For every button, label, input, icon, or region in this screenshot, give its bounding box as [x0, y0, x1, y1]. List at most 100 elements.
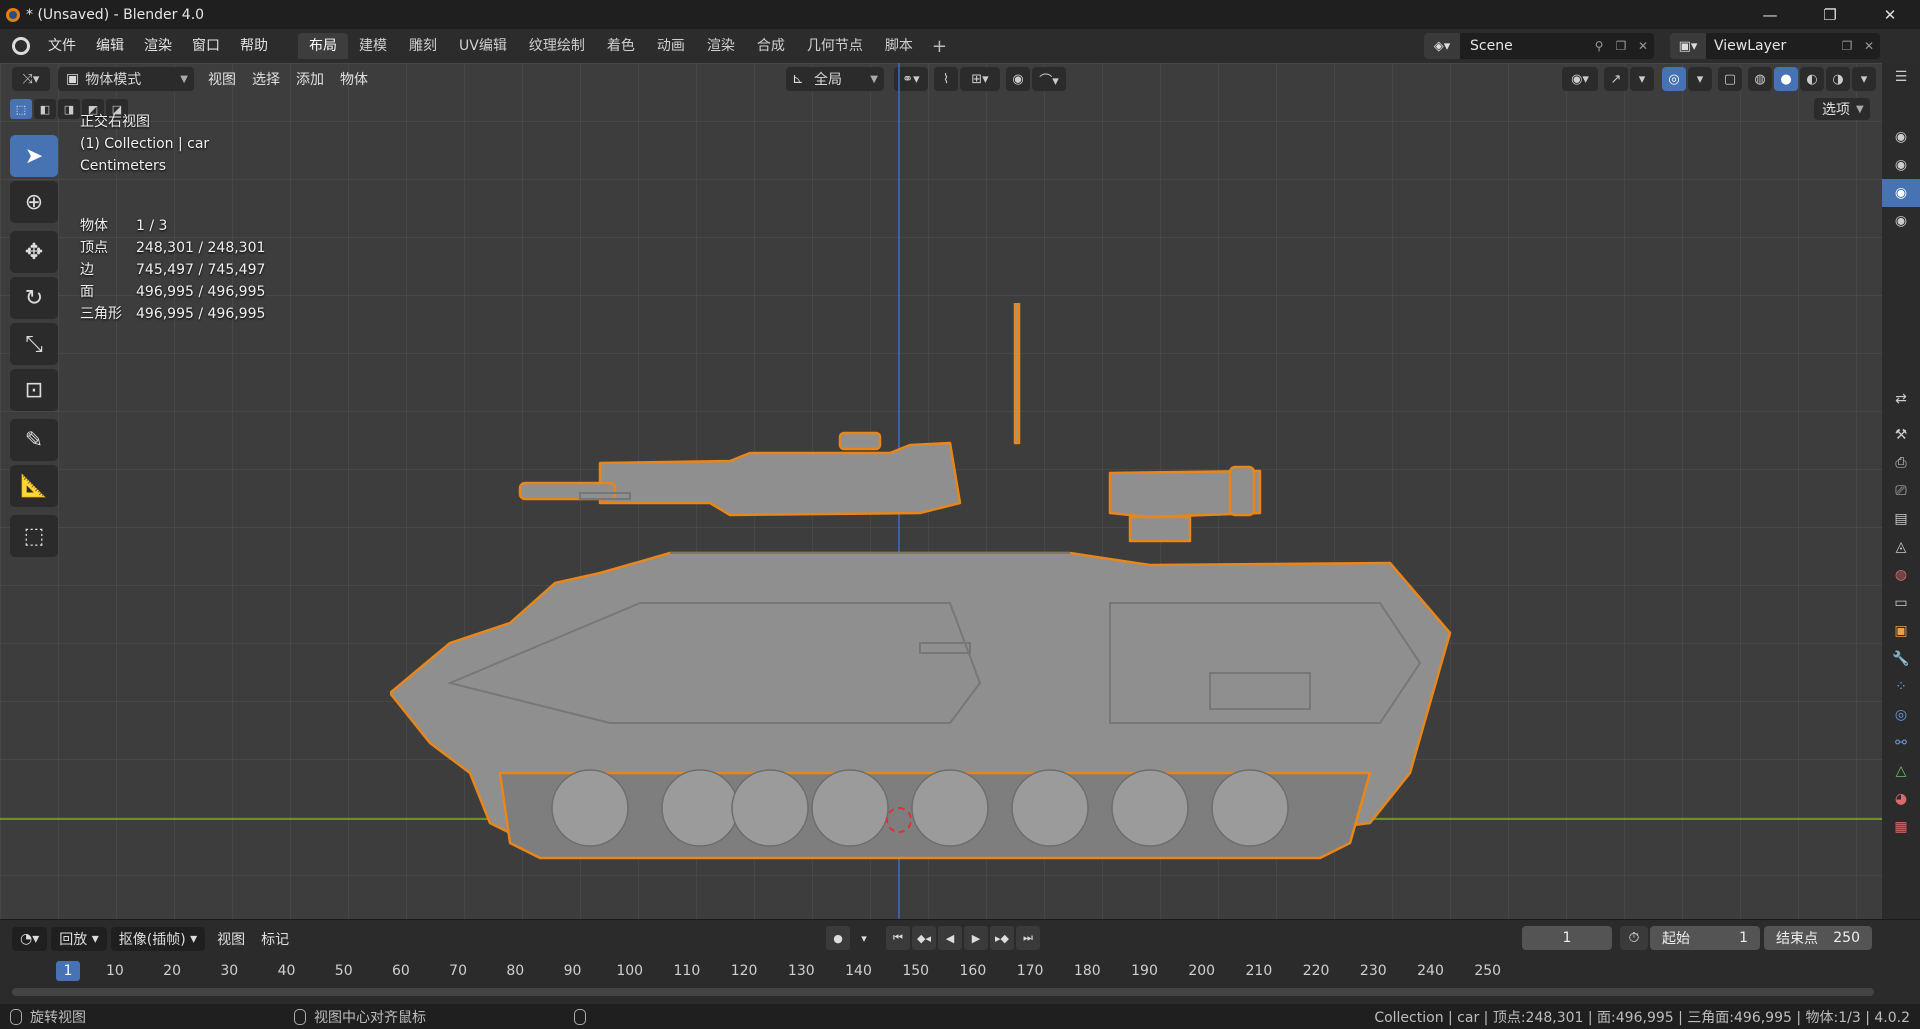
rotate-tool-icon[interactable]: ↻ — [10, 277, 58, 319]
scene-name[interactable]: Scene — [1460, 38, 1588, 54]
camera-icon[interactable]: ◉ — [1882, 151, 1920, 179]
timeline-editor-type-icon[interactable]: ◔▾ — [12, 927, 48, 951]
rendered-shading-icon[interactable]: ◑ — [1826, 67, 1850, 91]
gizmo-icon[interactable]: ↗ — [1604, 67, 1628, 91]
render-properties-icon[interactable]: ⎙ — [1882, 449, 1920, 477]
play-reverse-icon[interactable]: ◀ — [938, 926, 962, 950]
jump-start-icon[interactable]: ⏮ — [886, 926, 910, 950]
snap-toggle-icon[interactable]: ⌇ — [934, 67, 958, 91]
timeline-scrollbar[interactable] — [12, 988, 1874, 996]
timeline-marker-menu[interactable]: 标记 — [253, 927, 297, 951]
options-dropdown[interactable]: 选项 ▼ — [1814, 98, 1870, 120]
transform-tool-icon[interactable]: ⊡ — [10, 369, 58, 411]
properties-toggle-icon[interactable]: ⇄ — [1882, 385, 1920, 413]
constraints-properties-icon[interactable]: ⚯ — [1882, 729, 1920, 757]
view-layer-name[interactable]: ViewLayer — [1706, 38, 1836, 54]
wireframe-shading-icon[interactable]: ◍ — [1748, 67, 1772, 91]
3d-cursor-icon[interactable] — [886, 807, 912, 833]
stopwatch-icon[interactable]: ⏱ — [1620, 926, 1648, 950]
menu-help[interactable]: 帮助 — [230, 29, 278, 63]
menu-render[interactable]: 渲染 — [134, 29, 182, 63]
camera-icon[interactable]: ◉ — [1882, 207, 1920, 235]
blender-menu-icon[interactable] — [12, 37, 30, 55]
record-options-icon[interactable]: ▾ — [852, 926, 876, 950]
scene-selector[interactable]: ◈▾ Scene ⚲ ❐ ✕ — [1424, 33, 1654, 59]
material-shading-icon[interactable]: ◐ — [1800, 67, 1824, 91]
end-frame-field[interactable]: 结束点 250 — [1764, 926, 1872, 950]
menu-file[interactable]: 文件 — [38, 29, 86, 63]
close-button[interactable]: ✕ — [1860, 0, 1920, 29]
pin-icon[interactable]: ⚲ — [1588, 39, 1610, 53]
record-icon[interactable]: ● — [826, 926, 850, 950]
minimize-button[interactable]: — — [1740, 0, 1800, 29]
current-frame-indicator[interactable]: 1 — [56, 961, 80, 981]
scale-tool-icon[interactable]: ⤡ — [10, 323, 58, 365]
outliner-icon[interactable]: ☰ — [1882, 63, 1920, 91]
tab-geometry-nodes[interactable]: 几何节点 — [796, 33, 874, 59]
maximize-button[interactable]: ❐ — [1800, 0, 1860, 29]
menu-select[interactable]: 选择 — [244, 67, 288, 91]
camera-icon[interactable]: ◉ — [1882, 179, 1920, 207]
delete-view-layer-icon[interactable]: ✕ — [1858, 39, 1880, 53]
object-properties-icon[interactable]: ▣ — [1882, 617, 1920, 645]
tab-texture-paint[interactable]: 纹理绘制 — [518, 33, 596, 59]
physics-properties-icon[interactable]: ◎ — [1882, 701, 1920, 729]
output-properties-icon[interactable]: ⎚ — [1882, 477, 1920, 505]
prev-keyframe-icon[interactable]: ◆◂ — [912, 926, 936, 950]
playback-dropdown[interactable]: 回放 ▾ — [51, 927, 107, 951]
visibility-icon[interactable]: ◉▾ — [1562, 67, 1598, 91]
new-view-layer-icon[interactable]: ❐ — [1836, 39, 1858, 53]
current-frame-field[interactable]: 1 — [1522, 926, 1612, 950]
timeline-view-menu[interactable]: 视图 — [209, 927, 253, 951]
tank-model[interactable] — [390, 303, 1470, 863]
add-workspace-icon[interactable]: + — [924, 36, 955, 57]
tab-animation[interactable]: 动画 — [646, 33, 696, 59]
frame-ruler[interactable]: 1 10 20 30 40 50 60 70 80 90 100 110 120 130 140 150 16… — [0, 960, 1882, 984]
menu-add[interactable]: 添加 — [288, 67, 332, 91]
tab-modeling[interactable]: 建模 — [348, 33, 398, 59]
mode-dropdown[interactable]: ▣ 物体模式 ▼ — [58, 67, 194, 91]
xray-icon[interactable]: ▢ — [1718, 67, 1742, 91]
select-box-tool-icon[interactable]: ➤ — [10, 135, 58, 177]
data-properties-icon[interactable]: △ — [1882, 757, 1920, 785]
overlays-icon[interactable]: ◎ — [1662, 67, 1686, 91]
delete-scene-icon[interactable]: ✕ — [1632, 39, 1654, 53]
select-subtract-icon[interactable]: ◨ — [58, 99, 80, 119]
world-properties-icon[interactable]: ◍ — [1882, 561, 1920, 589]
menu-view[interactable]: 视图 — [200, 67, 244, 91]
next-keyframe-icon[interactable]: ▸◆ — [990, 926, 1014, 950]
move-tool-icon[interactable]: ✥ — [10, 231, 58, 273]
proportional-edit-icon[interactable]: ◉ — [1006, 67, 1030, 91]
tab-uv-editing[interactable]: UV编辑 — [448, 33, 518, 59]
select-new-icon[interactable]: ⬚ — [10, 99, 32, 119]
overlays-dropdown-icon[interactable]: ▾ — [1688, 67, 1712, 91]
jump-end-icon[interactable]: ⏭ — [1016, 926, 1040, 950]
camera-icon[interactable]: ◉ — [1882, 123, 1920, 151]
falloff-icon[interactable]: ⌒▾ — [1032, 67, 1066, 91]
particles-properties-icon[interactable]: ⁘ — [1882, 673, 1920, 701]
tab-scripting[interactable]: 脚本 — [874, 33, 924, 59]
shading-dropdown-icon[interactable]: ▾ — [1852, 67, 1876, 91]
modifier-properties-icon[interactable]: 🔧 — [1882, 645, 1920, 673]
annotate-tool-icon[interactable]: ✎ — [10, 419, 58, 461]
measure-tool-icon[interactable]: 📐 — [10, 465, 58, 507]
menu-object[interactable]: 物体 — [332, 67, 376, 91]
view-layer-icon[interactable]: ▣▾ — [1670, 33, 1706, 59]
scene-properties-icon[interactable]: ◬ — [1882, 533, 1920, 561]
material-properties-icon[interactable]: ◕ — [1882, 785, 1920, 813]
tab-rendering[interactable]: 渲染 — [696, 33, 746, 59]
collection-properties-icon[interactable]: ▭ — [1882, 589, 1920, 617]
tab-shading[interactable]: 着色 — [596, 33, 646, 59]
new-scene-icon[interactable]: ❐ — [1610, 39, 1632, 53]
editor-type-icon[interactable]: ⤨▾ — [12, 67, 50, 91]
tab-compositing[interactable]: 合成 — [746, 33, 796, 59]
add-cube-tool-icon[interactable]: ⬚ — [10, 515, 58, 557]
menu-edit[interactable]: 编辑 — [86, 29, 134, 63]
3d-viewport[interactable]: ⤨▾ ▣ 物体模式 ▼ 视图 选择 添加 物体 ⊾ 全局 ▼ ⚭▾ ⌇ ⊞▾ ◉… — [0, 63, 1882, 919]
menu-window[interactable]: 窗口 — [182, 29, 230, 63]
scene-icon[interactable]: ◈▾ — [1424, 33, 1460, 59]
keying-dropdown[interactable]: 抠像(插帧) ▾ — [110, 927, 206, 951]
play-icon[interactable]: ▶ — [964, 926, 988, 950]
start-frame-field[interactable]: 起始 1 — [1650, 926, 1760, 950]
gizmo-dropdown-icon[interactable]: ▾ — [1630, 67, 1654, 91]
